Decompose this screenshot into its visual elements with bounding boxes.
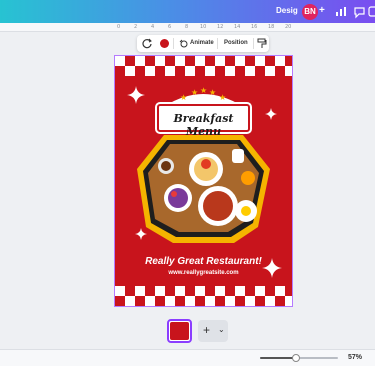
svg-text:★: ★ xyxy=(191,88,198,97)
zoom-slider[interactable] xyxy=(260,354,338,362)
floating-toolbar: Animate Position xyxy=(137,35,269,52)
sparkle-icon xyxy=(265,108,277,120)
add-page-button[interactable]: + ⌄ xyxy=(198,320,228,342)
add-collaborator-button[interactable]: + xyxy=(319,5,325,16)
comment-icon[interactable] xyxy=(352,4,367,19)
svg-text:★: ★ xyxy=(180,93,187,102)
svg-text:★: ★ xyxy=(219,93,226,102)
add-page-plus: + xyxy=(203,323,211,337)
ruler-tick: 10 xyxy=(200,24,207,30)
text-color-swatch[interactable] xyxy=(160,39,169,48)
chart-icon[interactable] xyxy=(333,4,348,19)
horizontal-ruler: 0 2 4 6 8 10 12 14 16 18 20 xyxy=(0,23,375,32)
toolbar-divider xyxy=(253,38,254,49)
zoom-slider-handle[interactable] xyxy=(291,354,300,362)
animate-button[interactable]: Animate xyxy=(190,40,214,46)
restaurant-tagline[interactable]: Really Great Restaurant! xyxy=(115,256,292,267)
title-box[interactable]: Breakfast Menu xyxy=(155,102,252,138)
toolbar-divider xyxy=(173,38,174,49)
animate-icon[interactable] xyxy=(179,39,188,48)
ruler-tick: 0 xyxy=(117,24,121,30)
ruler-tick: 6 xyxy=(168,24,172,30)
checker-border-bottom xyxy=(115,286,292,306)
ruler-tick: 12 xyxy=(217,24,224,30)
food-image[interactable] xyxy=(134,131,273,246)
bottom-bar: 57% xyxy=(0,349,375,366)
checker-border-top xyxy=(115,56,292,76)
design-menu-label[interactable]: Desig xyxy=(276,6,298,15)
rotate-icon[interactable] xyxy=(142,38,153,49)
svg-text:★: ★ xyxy=(200,86,207,95)
ruler-tick: 4 xyxy=(151,24,155,30)
design-canvas[interactable]: ★ ★ ★ ★ ★ Breakfast Menu Really Great Re… xyxy=(114,55,293,307)
ruler-tick: 18 xyxy=(268,24,275,30)
sparkle-icon xyxy=(127,86,145,104)
ruler-tick: 14 xyxy=(234,24,241,30)
share-icon[interactable] xyxy=(368,4,375,19)
svg-text:★: ★ xyxy=(209,88,216,97)
toolbar-divider xyxy=(217,38,218,49)
paint-roller-icon[interactable] xyxy=(257,38,267,49)
top-bar: Desig BN + xyxy=(0,0,375,23)
zoom-level[interactable]: 57% xyxy=(348,354,362,361)
ruler-tick: 20 xyxy=(285,24,292,30)
chevron-down-icon[interactable]: ⌄ xyxy=(218,325,225,334)
position-button[interactable]: Position xyxy=(224,40,248,46)
page-thumbnail[interactable] xyxy=(167,319,192,343)
zoom-slider-fill xyxy=(260,357,296,359)
ruler-tick: 8 xyxy=(185,24,189,30)
website-url[interactable]: www.reallygreatsite.com xyxy=(115,270,292,276)
sparkle-icon xyxy=(135,228,147,240)
avatar[interactable]: BN xyxy=(302,4,318,20)
ruler-tick: 16 xyxy=(251,24,258,30)
ruler-tick: 2 xyxy=(134,24,138,30)
thumbnail-preview xyxy=(170,322,189,340)
